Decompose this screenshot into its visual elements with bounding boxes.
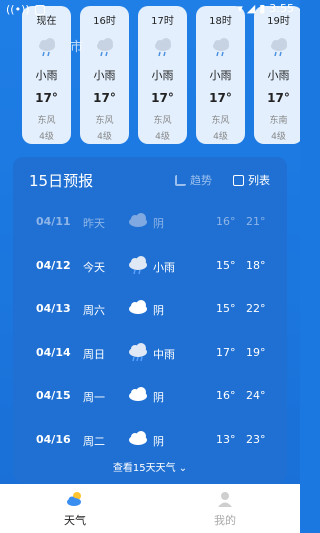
daily-forecast-panel: 15日预报 趋势 列表 04/11 昨天 阴 16° 21° 04/12 今天 …	[13, 157, 287, 483]
forecast-title: 15日预报	[29, 172, 94, 190]
rain-cloud-icon	[80, 35, 129, 63]
hour-level: 4级	[39, 132, 54, 142]
rain-cloud-icon	[196, 35, 245, 63]
row-date: 04/14	[36, 345, 71, 359]
row-high: 18°	[246, 258, 266, 272]
row-day: 周二	[83, 434, 105, 448]
hour-level: 4级	[271, 132, 286, 142]
cloud-icon	[127, 385, 149, 404]
row-high: 23°	[246, 432, 266, 446]
cloud-icon	[127, 429, 149, 448]
hour-wind: 东风	[211, 116, 230, 126]
bottom-nav: 天气 我的	[0, 484, 300, 533]
hour-temp: 17°	[35, 91, 58, 105]
hour-card: 19时 小雨 17° 东南 4级	[254, 6, 300, 144]
trend-chart-icon	[175, 174, 186, 186]
chevron-down-icon: ⌄	[178, 463, 188, 474]
hour-card: 16时 小雨 17° 东风 4级	[80, 6, 129, 144]
row-desc: 阴	[153, 217, 164, 230]
row-date: 04/12	[36, 258, 71, 272]
row-low: 16°	[216, 215, 236, 228]
hour-wind: 东风	[37, 116, 56, 126]
hour-time: 现在	[36, 16, 57, 27]
nav-me-label: 我的	[214, 514, 236, 527]
trend-label: 趋势	[190, 174, 212, 187]
hourly-forecast[interactable]: 现在 小雨 17° 东风 4级 16时 小雨 17° 东风 4级 17时 小雨	[0, 6, 300, 146]
row-date: 04/16	[36, 432, 71, 446]
row-date: 04/15	[36, 389, 71, 402]
hour-time: 18时	[209, 16, 232, 27]
list-toggle[interactable]: 列表	[233, 172, 270, 188]
hour-card: 现在 小雨 17° 东风 4级	[22, 6, 71, 144]
forecast-row[interactable]: 04/12 今天 小雨 15° 18°	[13, 245, 287, 289]
hour-card: 18时 小雨 17° 东风 4级	[196, 6, 245, 144]
rain-cloud-icon	[254, 35, 300, 63]
hour-temp: 17°	[267, 91, 290, 105]
row-desc: 小雨	[153, 260, 175, 274]
nav-weather-label: 天气	[64, 514, 86, 527]
row-date: 04/13	[36, 302, 71, 315]
hour-wind: 东风	[95, 116, 114, 126]
rain-icon	[127, 342, 149, 365]
row-desc: 阴	[153, 434, 164, 448]
row-low: 16°	[216, 389, 236, 402]
hour-wind: 东风	[153, 116, 172, 126]
hour-card: 17时 小雨 17° 东风 4级	[138, 6, 187, 144]
nav-weather-tab[interactable]: 天气	[0, 484, 150, 533]
forecast-row[interactable]: 04/14 周日 中雨 17° 19°	[13, 332, 287, 376]
list-label: 列表	[248, 174, 270, 187]
row-desc: 阴	[153, 304, 164, 317]
hour-desc: 小雨	[93, 69, 116, 82]
hour-time: 19时	[267, 16, 290, 27]
row-low: 15°	[216, 258, 236, 272]
hour-temp: 17°	[209, 91, 232, 105]
row-low: 17°	[216, 345, 236, 359]
hour-time: 17时	[151, 16, 174, 27]
forecast-row[interactable]: 04/15 周一 阴 16° 24°	[13, 375, 287, 419]
row-day: 今天	[83, 260, 105, 274]
row-desc: 阴	[153, 391, 164, 404]
row-high: 24°	[246, 389, 266, 402]
hour-level: 4级	[97, 132, 112, 142]
row-high: 19°	[246, 345, 266, 359]
row-low: 15°	[216, 302, 236, 315]
hour-desc: 小雨	[35, 69, 58, 82]
cloud-icon	[127, 298, 149, 317]
forecast-row[interactable]: 04/13 周六 阴 15° 22°	[13, 288, 287, 332]
hour-temp: 17°	[93, 91, 116, 105]
row-day: 周日	[83, 347, 105, 361]
cloud-icon	[127, 211, 149, 230]
row-high: 21°	[246, 215, 266, 228]
hour-desc: 小雨	[151, 69, 174, 82]
more-label: 查看15天天气	[112, 463, 176, 474]
row-day: 周六	[83, 304, 105, 317]
view-15-days-button[interactable]: 查看15天天气 ⌄	[13, 459, 287, 474]
row-day: 周一	[83, 391, 105, 404]
hour-desc: 小雨	[267, 69, 290, 82]
user-icon	[216, 490, 234, 508]
row-date: 04/11	[36, 215, 71, 228]
row-high: 22°	[246, 302, 266, 315]
row-low: 13°	[216, 432, 236, 446]
forecast-row[interactable]: 04/11 昨天 阴 16° 21°	[13, 201, 287, 245]
hour-wind: 东南	[269, 116, 288, 126]
rain-cloud-icon	[22, 35, 71, 63]
nav-me-tab[interactable]: 我的	[150, 484, 300, 533]
hour-level: 4级	[213, 132, 228, 142]
forecast-row[interactable]: 04/16 周二 阴 13° 23°	[13, 419, 287, 463]
rain-cloud-icon	[138, 35, 187, 63]
hour-desc: 小雨	[209, 69, 232, 82]
hour-temp: 17°	[151, 91, 174, 105]
list-icon	[233, 174, 244, 186]
weather-app: ((•)) ▾ ◢ ▮ 3:55 市 现在 小雨 17° 东风 4级 16时 小…	[0, 0, 300, 533]
hour-level: 4级	[155, 132, 170, 142]
row-day: 昨天	[83, 217, 105, 230]
weather-tab-icon	[66, 490, 84, 508]
rain-icon	[127, 255, 149, 278]
hour-time: 16时	[93, 16, 116, 27]
trend-toggle[interactable]: 趋势	[175, 172, 212, 188]
row-desc: 中雨	[153, 347, 175, 361]
